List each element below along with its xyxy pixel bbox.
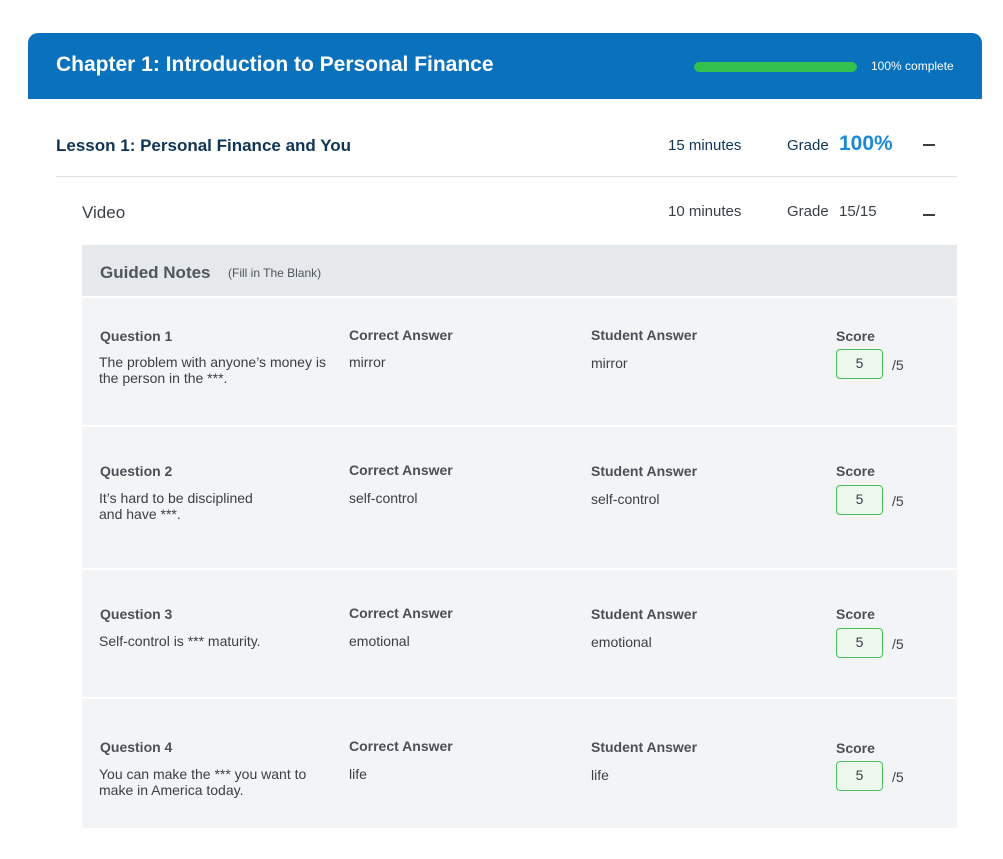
score-max: /5 [892, 636, 904, 652]
correct-answer: life [349, 766, 367, 782]
score-input[interactable]: 5 [836, 349, 883, 379]
correct-answer-header: Correct Answer [349, 327, 453, 343]
score-input[interactable]: 5 [836, 761, 883, 791]
lesson-title: Lesson 1: Personal Finance and You [56, 136, 352, 155]
correct-answer-header: Correct Answer [349, 605, 453, 621]
student-answer: self-control [591, 491, 660, 507]
lesson-grade-label: Grade [787, 137, 829, 154]
correct-answer: self-control [349, 490, 418, 506]
question-row: Question 2 It’s hard to be disciplined a… [82, 425, 957, 568]
question-label: Question 2 [100, 463, 173, 479]
lesson-duration: 15 minutes [668, 137, 742, 154]
chapter-progress-label: 100% complete [871, 59, 954, 73]
correct-answer-header: Correct Answer [349, 738, 453, 754]
student-answer: life [591, 767, 609, 783]
student-answer: emotional [591, 634, 652, 650]
score-header: Score [836, 328, 875, 344]
student-answer-header: Student Answer [591, 606, 698, 622]
question-row: Question 4 You can make the *** you want… [82, 697, 957, 828]
student-answer-header: Student Answer [591, 739, 698, 755]
score-header: Score [836, 463, 875, 479]
chapter-progress-bar [694, 62, 857, 72]
question-text: You can make the *** you want to make in… [99, 766, 307, 798]
guided-notes-section: Guided Notes (Fill in The Blank) Questio… [82, 245, 957, 828]
score-input[interactable]: 5 [836, 485, 883, 515]
chapter-progress-fill [694, 62, 857, 72]
video-title: Video [82, 203, 126, 222]
score-max: /5 [892, 769, 904, 785]
video-grade-value: 15/15 [839, 203, 877, 220]
question-label: Question 1 [100, 328, 173, 344]
chapter-title: Chapter 1: Introduction to Personal Fina… [56, 53, 494, 76]
video-grade-label: Grade [787, 203, 829, 220]
lesson-collapse-icon[interactable] [923, 138, 937, 152]
question-row: Question 3 Self-control is *** maturity.… [82, 568, 957, 697]
score-header: Score [836, 606, 875, 622]
guided-notes-subtitle: (Fill in The Blank) [228, 266, 322, 280]
correct-answer: mirror [349, 354, 386, 370]
score-input[interactable]: 5 [836, 628, 883, 658]
student-answer-header: Student Answer [591, 463, 698, 479]
lesson-row[interactable]: Lesson 1: Personal Finance and You 15 mi… [56, 118, 957, 177]
guided-notes-title: Guided Notes [100, 263, 211, 282]
score-max: /5 [892, 357, 904, 373]
score-max: /5 [892, 493, 904, 509]
question-text: Self-control is *** maturity. [99, 633, 261, 649]
chapter-header[interactable]: Chapter 1: Introduction to Personal Fina… [28, 33, 982, 99]
question-label: Question 3 [100, 606, 173, 622]
video-row[interactable]: Video 10 minutes Grade 15/15 [82, 190, 957, 245]
question-text: The problem with anyone’s money is the p… [99, 354, 326, 386]
question-text: It’s hard to be disciplined and have ***… [99, 490, 253, 522]
score-header: Score [836, 740, 875, 756]
correct-answer-header: Correct Answer [349, 462, 453, 478]
question-label: Question 4 [100, 739, 173, 755]
correct-answer: emotional [349, 633, 410, 649]
video-collapse-icon[interactable] [923, 208, 937, 222]
question-row: Question 1 The problem with anyone’s mon… [82, 296, 957, 425]
student-answer: mirror [591, 355, 628, 371]
guided-notes-header: Guided Notes (Fill in The Blank) [82, 245, 957, 296]
lesson-grade-value: 100% [839, 132, 893, 155]
student-answer-header: Student Answer [591, 327, 698, 343]
video-duration: 10 minutes [668, 203, 742, 220]
